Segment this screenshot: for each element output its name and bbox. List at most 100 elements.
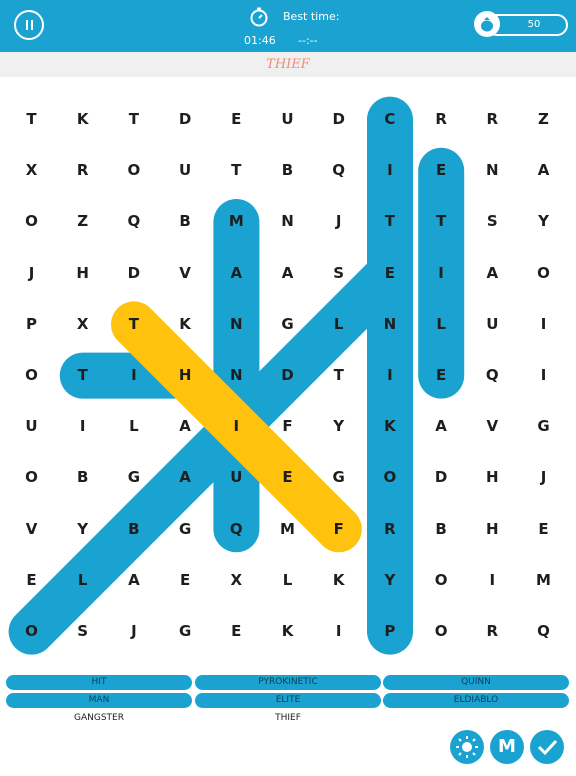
letter-cell[interactable]: I [416, 248, 467, 299]
letter-cell[interactable]: S [57, 606, 108, 657]
letter-cell[interactable]: K [364, 401, 415, 452]
letter-cell[interactable]: G [262, 299, 313, 350]
letter-cell[interactable]: I [211, 401, 262, 452]
letter-cell[interactable]: K [262, 606, 313, 657]
letter-cell[interactable]: N [467, 145, 518, 196]
letter-cell[interactable]: H [57, 248, 108, 299]
letter-cell[interactable]: Q [518, 606, 569, 657]
letter-cell[interactable]: O [6, 350, 57, 401]
letter-cell[interactable]: T [108, 299, 159, 350]
letter-cell[interactable]: G [313, 452, 364, 503]
letter-cell[interactable]: Z [518, 94, 569, 145]
letter-cell[interactable]: I [518, 299, 569, 350]
letter-cell[interactable]: R [57, 145, 108, 196]
letter-cell[interactable]: R [416, 94, 467, 145]
letter-cell[interactable]: U [6, 401, 57, 452]
letter-cell[interactable]: X [6, 145, 57, 196]
letter-cell[interactable]: Y [313, 401, 364, 452]
letter-cell[interactable]: O [6, 452, 57, 503]
letter-cell[interactable]: I [364, 145, 415, 196]
letter-cell[interactable]: B [108, 504, 159, 555]
letter-cell[interactable]: H [467, 452, 518, 503]
letter-cell[interactable]: J [6, 248, 57, 299]
letter-cell[interactable]: N [364, 299, 415, 350]
letter-cell[interactable]: V [6, 504, 57, 555]
letter-cell[interactable]: S [467, 196, 518, 247]
letter-cell[interactable]: L [57, 555, 108, 606]
letter-cell[interactable]: E [416, 145, 467, 196]
letter-cell[interactable]: D [313, 94, 364, 145]
letter-cell[interactable]: I [364, 350, 415, 401]
letter-cell[interactable]: A [160, 452, 211, 503]
letter-cell[interactable]: L [313, 299, 364, 350]
letter-cell[interactable]: O [6, 196, 57, 247]
letter-cell[interactable]: T [108, 94, 159, 145]
letter-cell[interactable]: M [262, 504, 313, 555]
letter-cell[interactable]: E [160, 555, 211, 606]
letter-cell[interactable]: L [108, 401, 159, 452]
menu-button[interactable]: M [490, 730, 524, 764]
letter-cell[interactable]: U [211, 452, 262, 503]
letter-cell[interactable]: Q [108, 196, 159, 247]
letter-cell[interactable]: M [211, 196, 262, 247]
letter-cell[interactable]: E [6, 555, 57, 606]
letter-cell[interactable]: L [262, 555, 313, 606]
hint-button[interactable] [450, 730, 484, 764]
letter-cell[interactable]: B [416, 504, 467, 555]
letter-cell[interactable]: F [313, 504, 364, 555]
letter-cell[interactable]: A [467, 248, 518, 299]
letter-cell[interactable]: D [108, 248, 159, 299]
letter-cell[interactable]: L [416, 299, 467, 350]
letter-cell[interactable]: E [211, 606, 262, 657]
letter-cell[interactable]: O [6, 606, 57, 657]
letter-cell[interactable]: A [518, 145, 569, 196]
letter-cell[interactable]: D [160, 94, 211, 145]
letter-cell[interactable]: J [518, 452, 569, 503]
letter-cell[interactable]: O [518, 248, 569, 299]
letter-cell[interactable]: X [57, 299, 108, 350]
letter-cell[interactable]: K [160, 299, 211, 350]
letter-cell[interactable]: E [416, 350, 467, 401]
letter-cell[interactable]: V [467, 401, 518, 452]
letter-cell[interactable]: H [467, 504, 518, 555]
letter-cell[interactable]: R [364, 504, 415, 555]
letter-cell[interactable]: D [262, 350, 313, 401]
letter-cell[interactable]: U [467, 299, 518, 350]
letter-cell[interactable]: I [518, 350, 569, 401]
letter-cell[interactable]: T [416, 196, 467, 247]
letter-cell[interactable]: A [211, 248, 262, 299]
letter-cell[interactable]: E [518, 504, 569, 555]
letter-cell[interactable]: C [364, 94, 415, 145]
letter-cell[interactable]: E [364, 248, 415, 299]
letter-cell[interactable]: I [467, 555, 518, 606]
letter-cell[interactable]: M [518, 555, 569, 606]
letter-cell[interactable]: N [262, 196, 313, 247]
letter-cell[interactable]: E [262, 452, 313, 503]
letter-cell[interactable]: F [262, 401, 313, 452]
letter-cell[interactable]: G [518, 401, 569, 452]
letter-cell[interactable]: I [313, 606, 364, 657]
letter-cell[interactable]: A [416, 401, 467, 452]
letter-cell[interactable]: B [262, 145, 313, 196]
letter-cell[interactable]: G [160, 606, 211, 657]
letter-cell[interactable]: T [313, 350, 364, 401]
letter-cell[interactable]: O [416, 555, 467, 606]
letter-cell[interactable]: D [416, 452, 467, 503]
letter-cell[interactable]: A [160, 401, 211, 452]
letter-cell[interactable]: O [416, 606, 467, 657]
letter-cell[interactable]: A [262, 248, 313, 299]
letter-cell[interactable]: Q [313, 145, 364, 196]
letter-cell[interactable]: U [262, 94, 313, 145]
letter-cell[interactable]: O [108, 145, 159, 196]
letter-cell[interactable]: N [211, 350, 262, 401]
letter-cell[interactable]: P [6, 299, 57, 350]
letter-cell[interactable]: A [108, 555, 159, 606]
letter-cell[interactable]: Y [364, 555, 415, 606]
letter-cell[interactable]: T [364, 196, 415, 247]
letter-cell[interactable]: Q [211, 504, 262, 555]
letter-cell[interactable]: S [313, 248, 364, 299]
letter-cell[interactable]: X [211, 555, 262, 606]
letter-cell[interactable]: H [160, 350, 211, 401]
letter-cell[interactable]: Q [467, 350, 518, 401]
check-button[interactable] [530, 730, 564, 764]
